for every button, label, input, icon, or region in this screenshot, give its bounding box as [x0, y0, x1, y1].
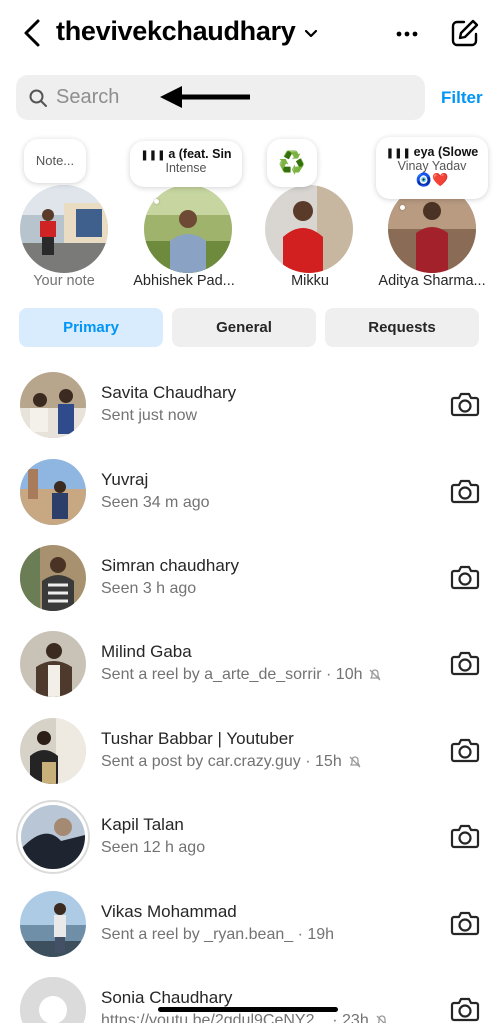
home-indicator[interactable]	[158, 1007, 338, 1012]
camera-icon[interactable]	[450, 563, 480, 591]
chat-row[interactable]: Kapil Talan Seen 12 h ago	[0, 798, 498, 884]
note-item-abhishek[interactable]: ❚❚❚ a (feat. Sin Intense Abhishek Pad...	[124, 135, 244, 295]
chat-status-text: Seen 3 h ago	[101, 580, 197, 597]
chat-name: Kapil Talan	[101, 815, 184, 834]
note-label: Your note	[33, 273, 95, 289]
chat-status: Seen 34 m ago	[101, 494, 210, 512]
search-icon	[29, 89, 47, 107]
note-dot	[154, 199, 159, 204]
username-label: thevivekchaudhary	[56, 16, 296, 46]
note-dot	[400, 205, 405, 210]
note-item-mikku[interactable]: ♻️ Mikku	[250, 135, 370, 295]
note-song-artist: Vinay Yadav	[397, 159, 467, 173]
chat-status-text: Sent just now	[101, 407, 198, 424]
chat-name: Milind Gaba	[101, 642, 192, 661]
back-arrow-icon[interactable]	[20, 18, 46, 48]
inbox-tabs: Primary General Requests	[19, 308, 479, 348]
note-item-aditya[interactable]: ❚❚❚ eya (Slowe Vinay Yadav 🧿❤️ Aditya Sh…	[372, 135, 492, 295]
chat-row[interactable]: Milind Gaba Sent a reel by a_arte_de_sor…	[0, 625, 498, 711]
chat-status: Seen 3 h ago	[101, 580, 196, 598]
chat-name: Vikas Mohammad	[101, 902, 237, 921]
camera-icon[interactable]	[450, 736, 480, 764]
chat-row[interactable]: Yuvraj Seen 34 m ago	[0, 453, 498, 539]
chat-status-text: https://youtu.be/2gdul9CeNY2... · 23h	[101, 1012, 369, 1023]
note-bubble[interactable]: Note...	[24, 139, 86, 183]
chat-status-text: Sent a reel by a_arte_de_sorrir · 10h	[101, 666, 363, 683]
camera-icon[interactable]	[450, 995, 480, 1023]
note-bubble[interactable]: ♻️	[267, 139, 317, 187]
muted-bell-icon	[349, 756, 361, 768]
note-song-artist: Intense	[165, 161, 207, 175]
note-label: Abhishek Pad...	[133, 273, 235, 289]
chat-status: Sent a post by car.crazy.guy · 15h	[101, 753, 362, 771]
avatar-story-ring	[16, 800, 90, 874]
chat-name: Savita Chaudhary	[101, 383, 237, 402]
avatar	[20, 372, 86, 438]
chat-name: Simran chaudhary	[101, 556, 239, 575]
muted-bell-icon	[370, 669, 381, 681]
chat-status-text: Sent a post by car.crazy.guy · 15h	[101, 753, 342, 770]
avatar	[21, 805, 85, 869]
avatar	[20, 185, 108, 273]
chat-status: Sent a reel by _ryan.bean_ · 19h	[101, 926, 334, 944]
avatar	[20, 977, 86, 1023]
note-label: Mikku	[291, 273, 329, 289]
avatar	[20, 545, 86, 611]
chat-status: Sent just now	[101, 407, 197, 425]
chat-row[interactable]: Sonia Chaudhary https://youtu.be/2gdul9C…	[0, 971, 498, 1023]
chat-name: Yuvraj	[101, 470, 149, 489]
search-placeholder: Search	[56, 86, 120, 108]
music-bars-icon: ❚❚❚	[140, 150, 169, 161]
tab-general[interactable]: General	[172, 308, 316, 347]
header: thevivekchaudhary	[0, 0, 498, 70]
note-label: Aditya Sharma...	[378, 273, 486, 289]
tab-requests[interactable]: Requests	[325, 308, 479, 347]
note-song-title: a (feat. Sin	[168, 147, 232, 161]
muted-bell-icon	[376, 1015, 386, 1023]
chat-status-text: Sent a reel by _ryan.bean_ · 19h	[101, 926, 335, 943]
note-bubble[interactable]: ❚❚❚ eya (Slowe Vinay Yadav 🧿❤️	[376, 137, 488, 199]
notes-row: Note... Your note ❚❚❚ a (feat. Sin Inten…	[0, 135, 498, 300]
music-bars-icon: ❚❚❚	[385, 148, 414, 159]
chat-name: Tushar Babbar | Youtuber	[101, 729, 294, 748]
chat-row[interactable]: Tushar Babbar | Youtuber Sent a post by …	[0, 712, 498, 798]
note-item-your-note[interactable]: Note... Your note	[4, 135, 124, 295]
chat-status-text: Seen 34 m ago	[101, 494, 210, 511]
chat-status: Seen 12 h ago	[101, 839, 205, 857]
compose-icon[interactable]	[450, 18, 480, 48]
chat-row[interactable]: Simran chaudhary Seen 3 h ago	[0, 539, 498, 625]
chat-row[interactable]: Vikas Mohammad Sent a reel by _ryan.bean…	[0, 885, 498, 971]
avatar	[20, 631, 86, 697]
more-options-icon[interactable]	[393, 22, 421, 46]
note-emoji: 🧿❤️	[415, 172, 449, 187]
chat-name: Sonia Chaudhary	[101, 988, 233, 1007]
tab-primary[interactable]: Primary	[19, 308, 163, 347]
camera-icon[interactable]	[450, 822, 480, 850]
filter-button[interactable]: Filter	[441, 88, 483, 108]
camera-icon[interactable]	[450, 649, 480, 677]
camera-icon[interactable]	[450, 390, 480, 418]
avatar	[20, 718, 86, 784]
chat-status-text: Seen 12 h ago	[101, 839, 206, 856]
chat-status: https://youtu.be/2gdul9CeNY2... · 23h	[101, 1012, 389, 1023]
avatar	[20, 459, 86, 525]
note-bubble[interactable]: ❚❚❚ a (feat. Sin Intense	[130, 141, 242, 187]
chat-status: Sent a reel by a_arte_de_sorrir · 10h	[101, 666, 382, 684]
note-song-title: eya (Slowe	[413, 145, 479, 159]
chat-row[interactable]: Savita Chaudhary Sent just now	[0, 366, 498, 452]
chevron-down-icon	[304, 29, 317, 37]
avatar	[265, 185, 353, 273]
annotation-arrow-icon	[160, 86, 250, 108]
avatar	[20, 891, 86, 957]
camera-icon[interactable]	[450, 909, 480, 937]
camera-icon[interactable]	[450, 477, 480, 505]
account-switcher[interactable]: thevivekchaudhary	[56, 16, 318, 47]
